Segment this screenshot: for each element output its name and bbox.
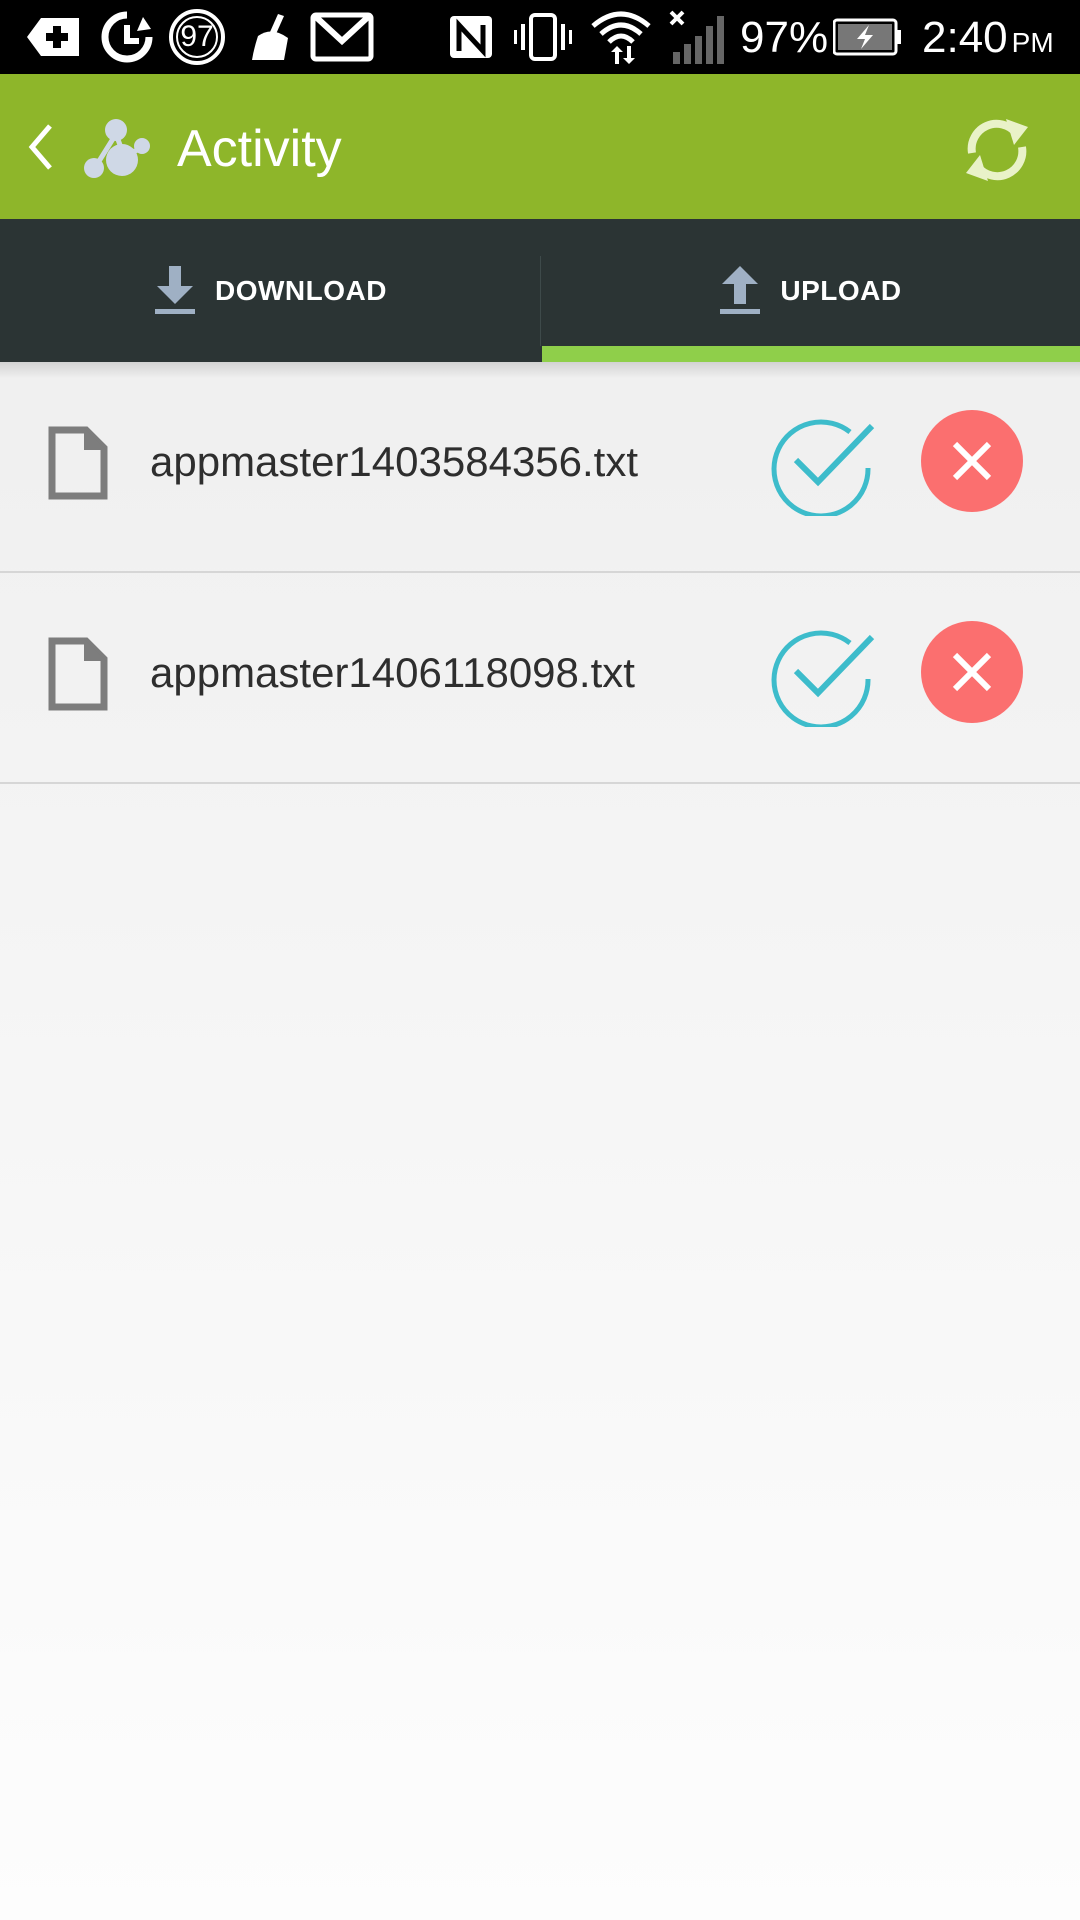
app-logo-icon: [80, 114, 152, 184]
tab-download[interactable]: DOWNLOAD: [0, 219, 540, 362]
file-name: appmaster1406118098.txt: [150, 649, 635, 696]
chevron-left-icon: [28, 124, 52, 170]
gmail-icon: [310, 8, 374, 66]
vibrate-icon: [512, 8, 574, 66]
add-notification-icon: [22, 8, 84, 66]
download-icon: [155, 265, 195, 314]
refresh-icon: [966, 119, 1028, 181]
back-button[interactable]: [18, 110, 62, 184]
reject-button[interactable]: [921, 621, 1023, 723]
clock-time: 2:40: [922, 13, 1008, 62]
cleaner-broom-icon: [246, 8, 298, 66]
tab-upload[interactable]: UPLOAD: [540, 219, 1080, 362]
tab-upload-label: UPLOAD: [780, 274, 902, 306]
tab-download-label: DOWNLOAD: [215, 274, 387, 306]
sync-icon: [96, 8, 158, 66]
file-name: appmaster1403584356.txt: [150, 438, 639, 485]
file-icon: [48, 637, 108, 711]
close-icon: [952, 441, 992, 481]
close-icon: [952, 652, 992, 692]
list-item[interactable]: appmaster1403584356.txt: [0, 362, 1080, 573]
upload-icon: [720, 265, 761, 314]
wifi-icon: [588, 8, 654, 66]
list-item[interactable]: appmaster1406118098.txt: [0, 573, 1080, 784]
tab-bar: DOWNLOAD UPLOAD: [0, 219, 1080, 362]
clock: 2:40 PM: [922, 10, 1054, 66]
signal-no-service-icon: [666, 8, 728, 66]
battery-percent: 97%: [740, 13, 829, 62]
file-icon: [48, 426, 108, 500]
nfc-icon: [446, 8, 496, 66]
selected-tab-indicator: [542, 346, 1080, 362]
refresh-button[interactable]: [955, 108, 1039, 192]
notification-count-badge: 97: [166, 8, 228, 66]
check-circle-icon: [771, 419, 875, 519]
page-title: Activity: [177, 120, 342, 178]
accept-button[interactable]: [770, 621, 876, 730]
battery-charging-icon: [832, 8, 904, 66]
status-bar: 97 97% 2:40 PM: [0, 0, 1080, 74]
accept-button[interactable]: [770, 410, 876, 519]
check-circle-icon: [771, 630, 875, 730]
badge-count: 97: [180, 20, 214, 53]
reject-button[interactable]: [921, 410, 1023, 512]
app-bar: Activity: [0, 74, 1080, 219]
clock-ampm: PM: [1011, 27, 1054, 58]
